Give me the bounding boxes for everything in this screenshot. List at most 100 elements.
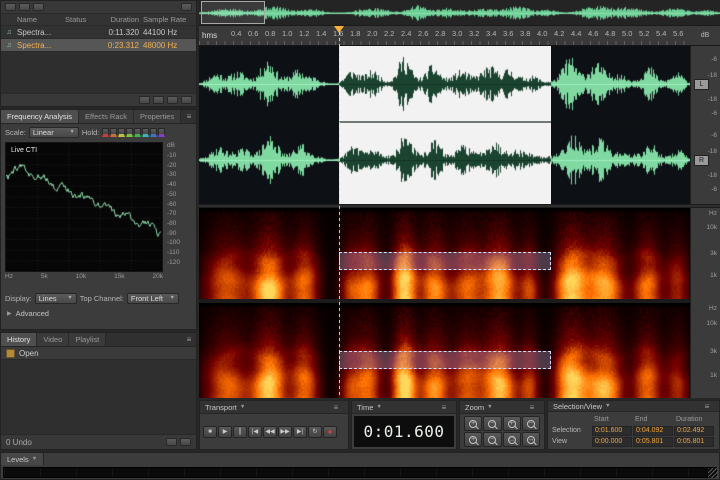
panel-menu-icon[interactable]: ≡	[182, 110, 196, 123]
fast-forward-button[interactable]: ▶▶	[278, 425, 292, 438]
waveform-display[interactable]	[199, 46, 690, 204]
file-row[interactable]: ♫ Spectra... 0:23.312 48000 Hz	[1, 39, 196, 52]
rewind-button[interactable]: ◀◀	[263, 425, 277, 438]
zoom-out-button[interactable]: −	[483, 416, 502, 431]
file-icon	[6, 348, 15, 358]
snapshot-icon[interactable]	[166, 438, 177, 446]
tab-effects-rack[interactable]: Effects Rack	[79, 110, 135, 123]
overview-strip[interactable]	[199, 0, 720, 26]
hold-8-button[interactable]	[158, 127, 166, 137]
zoom-in-vertical-button[interactable]: +	[464, 432, 483, 447]
frequency-display-row: Display: Lines ▼ Top Channel: Front Left…	[1, 290, 196, 306]
ruler-tick-marks	[199, 41, 690, 45]
hold-6-button[interactable]	[142, 127, 150, 137]
scale-tick-label: 3k	[710, 250, 717, 257]
zoom-selection-button[interactable]: □	[502, 432, 521, 447]
play-button[interactable]: ▶	[218, 425, 232, 438]
zoom-out-vertical-button[interactable]: −	[483, 432, 502, 447]
level-meter[interactable]	[3, 467, 717, 478]
column-header-status[interactable]: Status	[65, 15, 99, 24]
new-file-icon[interactable]	[167, 96, 178, 104]
zoom-in-horizontal-button[interactable]: +	[502, 416, 521, 431]
view-end-value[interactable]: 0:05.801	[633, 436, 673, 447]
skip-back-button[interactable]: |◀	[248, 425, 262, 438]
timeline-ruler[interactable]: hms 0.40.60.81.01.21.41.61.82.02.22.42.6…	[199, 26, 690, 46]
playhead-marker-icon[interactable]	[334, 26, 344, 33]
media-browser-icon[interactable]	[33, 3, 44, 11]
file-duration: 0:23.312	[107, 40, 139, 50]
spectral-selection-left[interactable]	[339, 252, 551, 270]
selection-start-value[interactable]: 0:01.600	[592, 425, 632, 436]
panel-menu-icon[interactable]: ≡	[329, 403, 343, 412]
advanced-label: Advanced	[15, 308, 49, 318]
tab-playlist[interactable]: Playlist	[69, 333, 107, 346]
panel-menu-icon[interactable]: ≡	[700, 402, 714, 411]
stop-button[interactable]: ■	[203, 425, 217, 438]
view-splitter[interactable]	[199, 204, 720, 208]
ruler-tick-label: 4.4	[571, 29, 582, 38]
zoom-in-button[interactable]: +	[464, 416, 483, 431]
overview-view-indicator[interactable]	[201, 1, 265, 24]
open-file-icon[interactable]	[19, 3, 30, 11]
skip-forward-button[interactable]: ▶|	[293, 425, 307, 438]
chevron-down-icon: ▼	[31, 456, 38, 462]
display-value: Lines	[38, 293, 57, 303]
zoom-full-button[interactable]: ↔	[521, 432, 540, 447]
hold-2-button[interactable]	[110, 127, 118, 137]
record-button[interactable]: ●	[323, 425, 337, 438]
display-dropdown[interactable]: Lines ▼	[34, 292, 77, 304]
loop-toggle-icon[interactable]	[139, 96, 150, 104]
pause-button[interactable]: ║	[233, 425, 247, 438]
zoom-out-horizontal-button[interactable]: −	[521, 416, 540, 431]
column-header-name[interactable]: Name	[17, 15, 65, 24]
view-start-value[interactable]: 0:00.000	[592, 436, 632, 447]
panel-menu-icon[interactable]: ≡	[525, 403, 539, 412]
tab-history[interactable]: History	[1, 333, 38, 346]
channel-badge-l[interactable]: L	[694, 79, 709, 90]
panel-menu-icon[interactable]: ≡	[182, 333, 196, 346]
tab-properties[interactable]: Properties	[134, 110, 182, 123]
ruler-tick-label: 1.2	[299, 29, 310, 38]
file-row[interactable]: ♫ Spectra... 0:11.320 44100 Hz	[1, 26, 196, 39]
spectral-selection-right[interactable]	[339, 351, 551, 369]
hold-3-button[interactable]	[118, 127, 126, 137]
overview-waveform[interactable]	[199, 3, 720, 23]
spectrogram-display[interactable]	[199, 208, 690, 398]
trash-icon[interactable]	[180, 438, 191, 446]
hold-4-button[interactable]	[126, 127, 134, 137]
selection-duration-value[interactable]: 0:02.492	[674, 425, 714, 436]
column-header-sample-rate[interactable]: Sample Rate	[143, 15, 193, 24]
tab-video[interactable]: Video	[37, 333, 70, 346]
time-display[interactable]: 0:01.600	[354, 416, 454, 447]
delete-file-icon[interactable]	[181, 96, 192, 104]
selection-end-value[interactable]: 0:04.092	[633, 425, 673, 436]
waveform-channel-left[interactable]	[199, 48, 690, 120]
panel-menu-icon[interactable]: ≡	[437, 403, 451, 412]
top-channel-dropdown[interactable]: Front Left ▼	[126, 292, 179, 304]
frequency-graph-area: Live CTI dB -10 -20 -30 -40 -50 -60 -70 -80 -90 -1…	[1, 140, 196, 290]
resize-grip[interactable]	[708, 468, 718, 478]
import-file-icon[interactable]	[5, 3, 16, 11]
tab-frequency-analysis[interactable]: Frequency Analysis	[1, 110, 80, 123]
ruler-tick-label: 0.6	[248, 29, 259, 38]
file-sample-rate: 44100 Hz	[143, 27, 178, 37]
hold-buttons	[102, 127, 166, 137]
files-toolbar	[1, 1, 196, 14]
scale-dropdown[interactable]: Linear ▼	[28, 126, 79, 138]
channel-badge-r[interactable]: R	[694, 155, 709, 166]
waveform-channel-right[interactable]	[199, 124, 690, 196]
ruler-tick-label: 0.8	[265, 29, 276, 38]
hold-7-button[interactable]	[150, 127, 158, 137]
hold-5-button[interactable]	[134, 127, 142, 137]
view-duration-value[interactable]: 0:05.801	[674, 436, 714, 447]
ruler-tick-label: 4.8	[605, 29, 616, 38]
panel-options-icon[interactable]	[181, 3, 192, 11]
hold-1-button[interactable]	[102, 127, 110, 137]
history-item-open[interactable]: Open	[1, 347, 196, 360]
hold-label: Hold:	[81, 127, 100, 137]
db-tick-label: -50	[167, 190, 177, 198]
advanced-expander[interactable]: ▶ Advanced	[1, 306, 196, 320]
auto-play-icon[interactable]	[153, 96, 164, 104]
loop-button[interactable]: ↻	[308, 425, 322, 438]
column-header-duration[interactable]: Duration	[99, 15, 143, 24]
